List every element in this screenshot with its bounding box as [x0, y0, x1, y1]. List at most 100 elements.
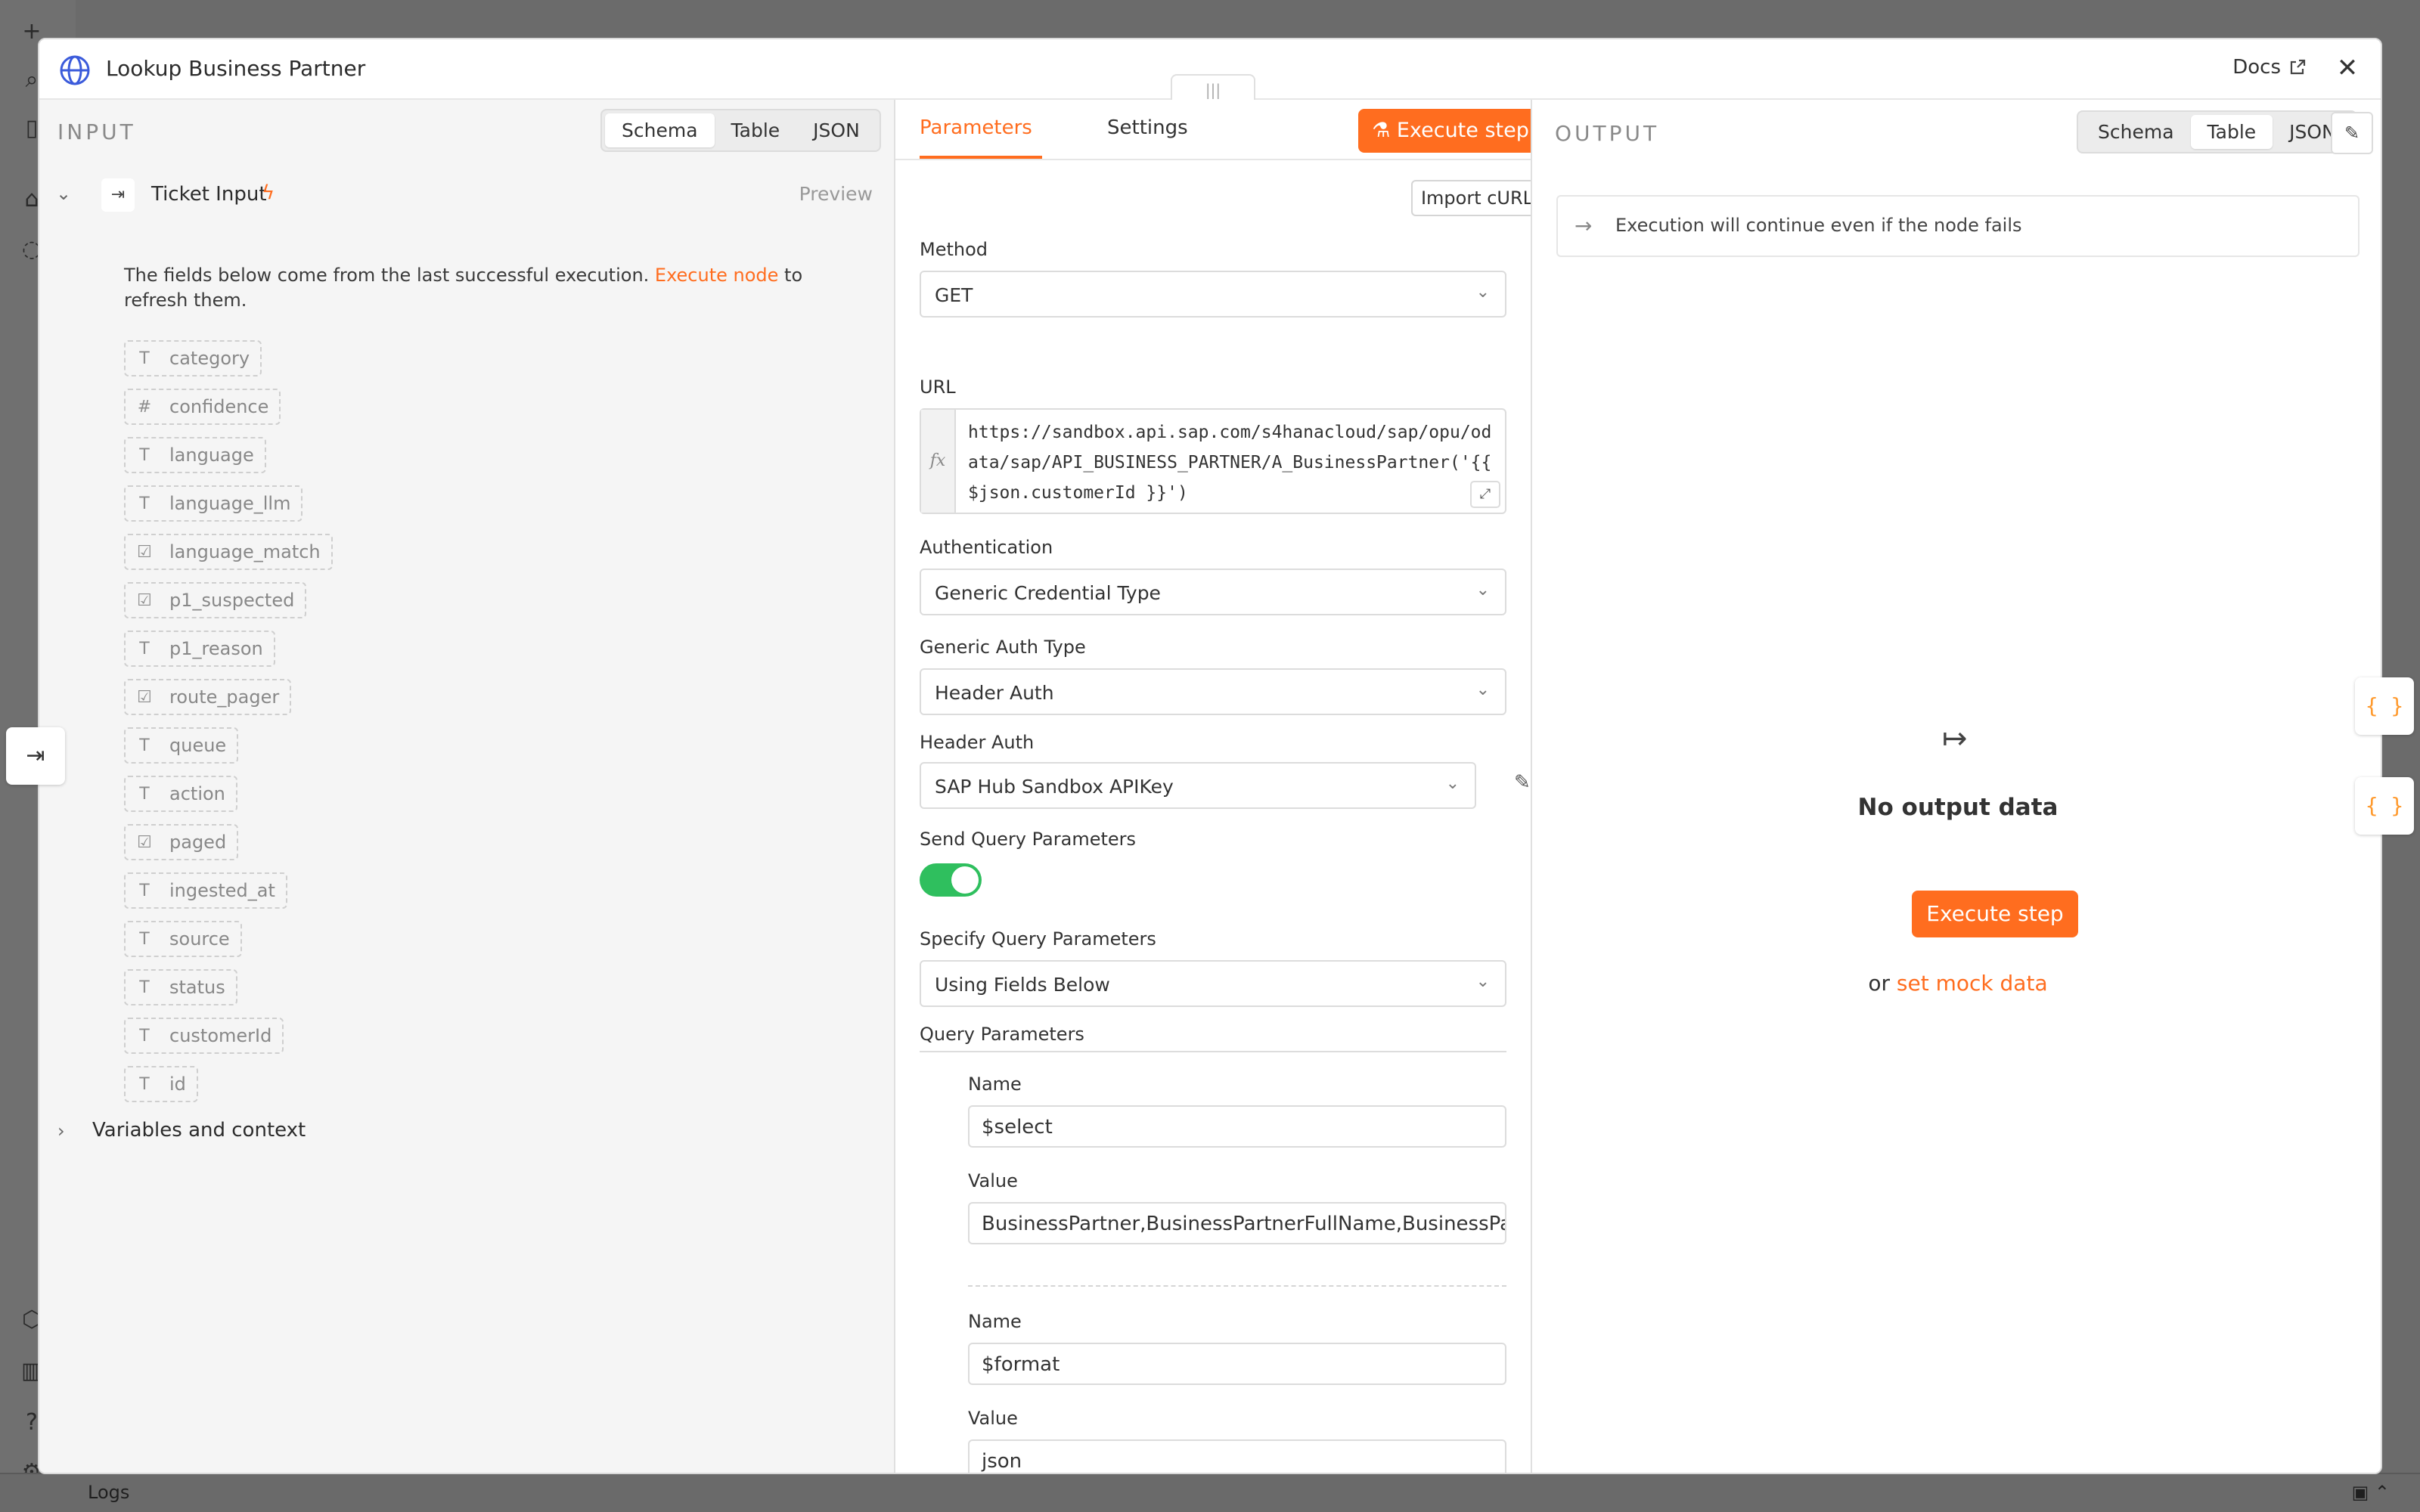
input-toggle-button[interactable]: ⇥ [6, 727, 65, 785]
query-param-value-input[interactable]: json [968, 1439, 1506, 1473]
schema-field[interactable]: # confidence [124, 389, 281, 425]
logs-label: Logs [88, 1482, 130, 1503]
input-node-row[interactable]: ⌄ ⇥ Ticket Input ϟ Preview [56, 177, 886, 215]
field-type-icon: ☑ [137, 542, 152, 562]
url-label: URL [920, 376, 956, 398]
panel-drag-handle[interactable]: ||| [1171, 74, 1255, 103]
preview-label: Preview [799, 183, 873, 205]
node-enter-icon: ⇥ [101, 178, 135, 212]
query-parameters-header: Query Parameters [920, 1024, 1506, 1052]
tab-parameters[interactable]: Parameters [920, 116, 1032, 139]
docs-link[interactable]: Docs [2232, 56, 2307, 79]
field-name: p1_suspected [169, 590, 295, 611]
close-button[interactable]: ✕ [2332, 53, 2363, 83]
schema-field[interactable]: Tqueue [124, 727, 239, 764]
authentication-select[interactable]: Generic Credential Type ⌄ [920, 569, 1506, 615]
json-expression-button[interactable]: { } [2355, 677, 2414, 735]
field-name: queue [169, 735, 227, 756]
output-execute-step-button[interactable]: Execute step [1912, 891, 2078, 937]
chevron-down-icon[interactable]: ⌄ [56, 183, 71, 204]
query-param-name-input[interactable]: $format [968, 1343, 1506, 1385]
field-type-icon: ☑ [137, 590, 152, 610]
generic-auth-type-select[interactable]: Header Auth ⌄ [920, 668, 1506, 715]
node-name: Ticket Input [151, 183, 267, 206]
query-param-value-label: Value [968, 1408, 1018, 1429]
field-type-icon: ☑ [137, 687, 152, 707]
json-expression-button-secondary[interactable]: { } [2355, 777, 2414, 835]
execute-step-button[interactable]: ⚗ Execute step [1358, 109, 1531, 153]
input-view-json[interactable]: JSON [796, 113, 876, 147]
field-name: paged [169, 832, 227, 853]
schema-field[interactable]: Taction [124, 776, 237, 812]
field-name: p1_reason [169, 638, 263, 659]
chevron-down-icon: ⌄ [1475, 581, 1490, 600]
schema-field-list: Tcategory # confidence Tlanguage Tlanguage_l… [124, 340, 333, 1114]
specify-query-label: Specify Query Parameters [920, 928, 1156, 950]
schema-field[interactable]: Tlanguage [124, 437, 266, 473]
method-select[interactable]: GET ⌄ [920, 271, 1506, 318]
edit-credential-icon[interactable]: ✎ [1514, 771, 1531, 794]
chevron-right-icon[interactable]: › [57, 1120, 65, 1142]
input-panel: INPUT Schema Table JSON ⌄ ⇥ Ticket Input… [39, 100, 895, 1473]
output-view-table[interactable]: Table [2190, 115, 2273, 149]
chevron-down-icon: ⌄ [1475, 283, 1490, 302]
schema-field[interactable]: ☑ route_pager [124, 679, 292, 715]
schema-field[interactable]: Tsource [124, 921, 242, 957]
schema-field[interactable]: Tlanguage_llm [124, 485, 303, 522]
active-tab-underline [920, 156, 1042, 159]
schema-field[interactable]: Tingested_at [124, 872, 287, 909]
edit-output-button[interactable]: ✎ [2331, 112, 2373, 154]
enter-icon: ⇥ [26, 742, 45, 769]
input-view-schema[interactable]: Schema [605, 113, 715, 147]
header-auth-select[interactable]: SAP Hub Sandbox APIKey ⌄ [920, 762, 1476, 809]
schema-field[interactable]: Tp1_reason [124, 631, 275, 667]
set-mock-data-link[interactable]: set mock data [1897, 971, 2048, 996]
import-curl-button[interactable]: Import cURL [1411, 180, 1531, 216]
url-expression-field[interactable]: fx https://sandbox.api.sap.com/s4hanaclo… [920, 408, 1506, 514]
docs-label: Docs [2232, 56, 2281, 79]
continue-on-fail-notice: → Execution will continue even if the no… [1556, 195, 2360, 257]
field-type-icon: T [139, 639, 150, 658]
schema-info-text: The fields below come from the last succ… [124, 265, 803, 311]
query-param-name-input[interactable]: $select [968, 1105, 1506, 1148]
schema-field[interactable]: ☑ p1_suspected [124, 582, 307, 618]
schema-field[interactable]: Tstatus [124, 969, 237, 1005]
schema-field[interactable]: ☑ language_match [124, 534, 333, 570]
tab-settings[interactable]: Settings [1107, 116, 1188, 139]
execute-node-link[interactable]: Execute node [655, 265, 779, 286]
field-type-icon: T [139, 978, 150, 997]
field-name: confidence [169, 396, 269, 417]
field-name: route_pager [169, 686, 280, 708]
schema-field[interactable]: ☑ paged [124, 824, 239, 860]
output-view-switcher: Schema Table JSON [2077, 110, 2357, 153]
field-name: id [169, 1074, 186, 1095]
field-type-icon: T [139, 1074, 150, 1094]
field-name: customerId [169, 1025, 272, 1046]
logs-bar[interactable]: Logs ▣ ⌃ [0, 1473, 2420, 1512]
expand-editor-icon[interactable]: ⤢ [1470, 481, 1500, 508]
input-view-table[interactable]: Table [715, 113, 797, 147]
output-panel: OUTPUT Schema Table JSON ✎ → Execution w… [1532, 100, 2381, 1473]
field-type-icon: T [139, 445, 150, 465]
external-link-icon [2290, 59, 2306, 75]
arrow-right-icon: → [1575, 213, 1593, 238]
schema-field[interactable]: Tcategory [124, 340, 262, 376]
specify-query-select[interactable]: Using Fields Below ⌄ [920, 960, 1506, 1007]
pencil-icon: ✎ [2344, 122, 2360, 144]
logs-expand-icon[interactable]: ▣ ⌃ [2352, 1482, 2390, 1503]
field-name: language [169, 445, 254, 466]
notice-text: Execution will continue even if the node… [1615, 215, 2022, 236]
schema-field[interactable]: TcustomerId [124, 1018, 284, 1054]
field-name: language_llm [169, 493, 291, 514]
send-query-toggle[interactable] [920, 863, 982, 897]
chevron-down-icon: ⌄ [1445, 774, 1460, 793]
generic-auth-type-label: Generic Auth Type [920, 637, 1086, 658]
fx-icon: fx [921, 410, 956, 513]
lightning-icon: ϟ [262, 181, 275, 204]
flask-icon: ⚗ [1372, 119, 1397, 142]
output-view-schema[interactable]: Schema [2081, 115, 2191, 149]
query-param-value-input[interactable]: BusinessPartner,BusinessPartnerFullName,… [968, 1202, 1506, 1244]
schema-field[interactable]: Tid [124, 1066, 198, 1102]
toggle-knob [951, 866, 979, 894]
variables-and-context[interactable]: Variables and context [92, 1119, 306, 1142]
